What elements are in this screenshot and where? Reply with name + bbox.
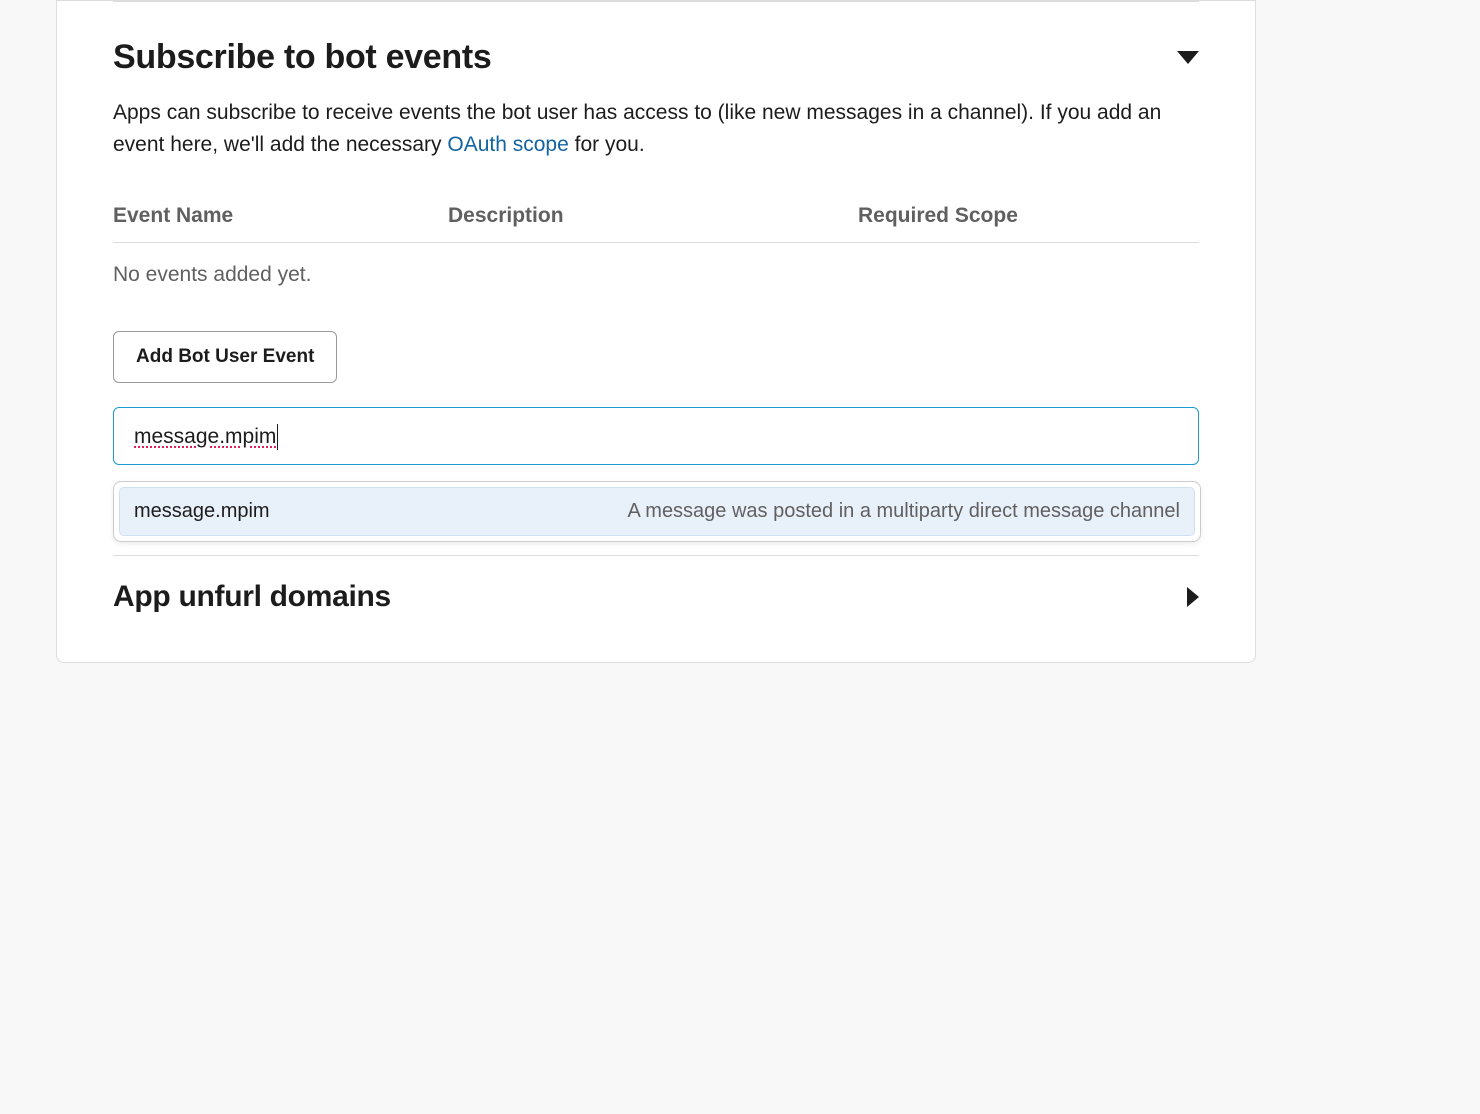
column-description: Description <box>448 204 858 228</box>
chevron-right-icon[interactable] <box>1187 587 1199 607</box>
events-table-header: Event Name Description Required Scope <box>113 204 1199 243</box>
event-search-wrap: message.mpim message.mpim A message was … <box>113 407 1199 465</box>
unfurl-domains-header[interactable]: App unfurl domains <box>113 556 1199 622</box>
description-text-after: for you. <box>569 133 645 156</box>
unfurl-domains-title: App unfurl domains <box>113 580 391 614</box>
bot-events-title: Subscribe to bot events <box>113 38 492 77</box>
column-required-scope: Required Scope <box>858 204 1199 228</box>
suggestion-description: A message was posted in a multiparty dir… <box>627 500 1180 523</box>
add-bot-user-event-button[interactable]: Add Bot User Event <box>113 331 337 383</box>
column-event-name: Event Name <box>113 204 448 228</box>
settings-card: Subscribe to bot events Apps can subscri… <box>56 0 1256 663</box>
event-suggestions-dropdown: message.mpim A message was posted in a m… <box>113 481 1201 542</box>
suggestion-name: message.mpim <box>134 500 270 523</box>
bot-events-header[interactable]: Subscribe to bot events <box>113 38 1199 77</box>
chevron-down-icon[interactable] <box>1177 51 1199 64</box>
empty-events-message: No events added yet. <box>113 263 1199 287</box>
section-divider <box>113 1 1199 2</box>
event-search-input[interactable] <box>113 407 1199 465</box>
suggestion-item[interactable]: message.mpim A message was posted in a m… <box>119 487 1195 536</box>
oauth-scope-link[interactable]: OAuth scope <box>447 133 568 156</box>
bot-events-description: Apps can subscribe to receive events the… <box>113 97 1199 160</box>
